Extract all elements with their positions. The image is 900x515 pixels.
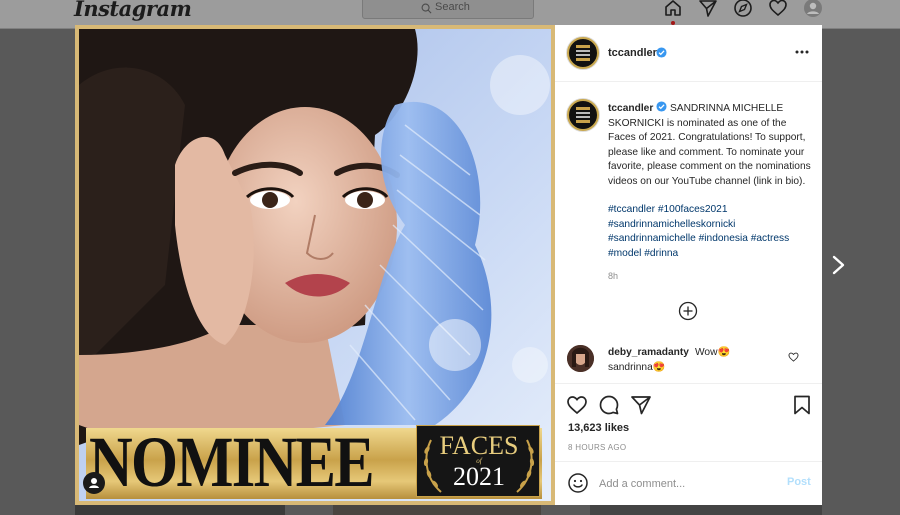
verified-badge-icon: [656, 101, 667, 112]
feed-thumbnail: [75, 505, 285, 515]
emoji-picker-icon[interactable]: [567, 472, 589, 494]
search-placeholder: Search: [435, 1, 470, 13]
actions-divider: [555, 383, 822, 384]
next-post-arrow-icon[interactable]: [828, 254, 848, 276]
activity-heart-icon[interactable]: [768, 0, 788, 18]
verified-badge-icon: [656, 47, 667, 58]
comment-bubble-icon[interactable]: [598, 394, 620, 416]
tagged-users-button[interactable]: [83, 472, 105, 494]
comment-text: Wow😍: [695, 347, 731, 358]
feed-thumbnail: [333, 505, 541, 515]
tc-candler-logo-icon: [576, 107, 590, 123]
faces-year-text: 2021: [453, 462, 505, 491]
person-tag-icon: [89, 478, 99, 488]
profile-avatar-icon[interactable]: [803, 0, 823, 18]
commenter-avatar[interactable]: [567, 345, 594, 372]
comment-text-line2: sandrinna😍: [608, 362, 666, 373]
like-comment-heart-icon[interactable]: [788, 352, 799, 362]
load-more-comments-icon[interactable]: [678, 301, 698, 321]
search-box[interactable]: Search: [362, 0, 534, 19]
direct-messages-icon[interactable]: [698, 0, 718, 18]
share-paper-plane-icon[interactable]: [630, 394, 652, 416]
post-details-panel: tccandler tccandler SANDRINNA MICHELLE S…: [555, 25, 822, 505]
feed-thumbnail: [590, 505, 822, 515]
composer-divider: [555, 461, 822, 462]
caption-text: SANDRINNA MICHELLE SKORNICKI is nominate…: [608, 103, 811, 187]
like-heart-icon[interactable]: [566, 394, 588, 416]
post-caption: tccandler SANDRINNA MICHELLE SKORNICKI i…: [608, 101, 814, 190]
tc-candler-logo-icon: [576, 45, 590, 61]
post-comment-button[interactable]: Post: [787, 476, 811, 488]
add-comment-input[interactable]: [599, 476, 779, 492]
caption-username[interactable]: tccandler: [608, 103, 653, 114]
banner-nominee-text: NOMINEE: [89, 422, 375, 502]
commenter-photo-icon: [567, 345, 594, 372]
save-bookmark-icon[interactable]: [791, 394, 813, 416]
faces-2021-badge: FACES of 2021: [416, 425, 540, 497]
caption-age: 8h: [608, 271, 619, 281]
caption-hashtags[interactable]: #tccandler #100faces2021 #sandrinnamiche…: [608, 203, 814, 261]
commenter-username[interactable]: deby_ramadanty: [608, 347, 689, 358]
author-avatar[interactable]: [567, 37, 599, 69]
home-icon[interactable]: [663, 0, 683, 18]
post-timestamp: 8 HOURS AGO: [568, 443, 627, 452]
caption-author-avatar[interactable]: [567, 99, 599, 131]
header-divider: [555, 81, 822, 82]
instagram-logo[interactable]: Instagram: [74, 0, 192, 21]
post-image[interactable]: NOMINEE FACES of 2021: [75, 25, 555, 505]
search-icon: [421, 3, 432, 14]
more-options-icon[interactable]: [795, 49, 809, 55]
likes-count[interactable]: 13,623 likes: [568, 422, 629, 434]
explore-icon[interactable]: [733, 0, 753, 18]
author-username[interactable]: tccandler: [608, 47, 657, 59]
